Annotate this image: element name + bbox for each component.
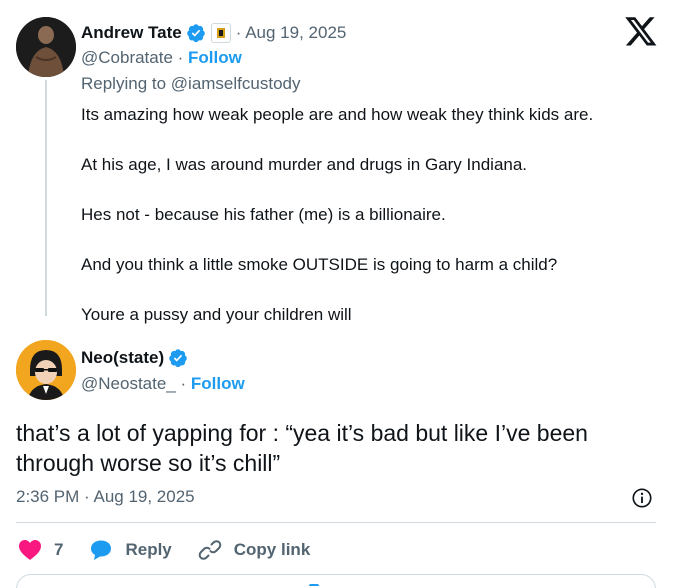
follow-button[interactable]: Follow — [191, 374, 245, 393]
replying-handle[interactable]: @iamselfcustody — [171, 74, 301, 93]
thread-line — [45, 80, 47, 316]
read-replies-button[interactable] — [16, 574, 656, 588]
tweet-date[interactable]: · Aug 19, 2025 — [236, 23, 347, 43]
reply-button[interactable]: Reply — [89, 539, 172, 561]
tweet-line: Hes not - because his father (me) is a b… — [81, 205, 446, 224]
tweet-line: And you think a little smoke OUTSIDE is … — [81, 255, 558, 274]
avatar[interactable] — [16, 340, 76, 400]
avatar[interactable] — [16, 17, 76, 77]
main-tweet-header: Neo(state) — [81, 346, 188, 370]
copy-link-label: Copy link — [233, 540, 311, 559]
action-bar: 7 Reply Copy link — [18, 536, 336, 564]
separator: · — [172, 48, 189, 67]
tweet-timestamp[interactable]: 2:36 PM · Aug 19, 2025 — [16, 487, 195, 507]
separator: · — [175, 374, 191, 393]
tweet-embed-card: Andrew Tate · Aug 19, 2025 @Cobratate · … — [0, 0, 679, 588]
author-name[interactable]: Andrew Tate — [81, 23, 182, 43]
tweet-line: Youre a pussy and your children will — [81, 305, 352, 324]
reply-bubble-icon — [91, 540, 112, 560]
copy-link-button[interactable]: Copy link — [198, 538, 311, 562]
divider — [16, 522, 656, 523]
replying-to: Replying to @iamselfcustody — [81, 74, 300, 94]
verified-icon — [169, 349, 187, 368]
author-handle[interactable]: @Neostate_ — [81, 374, 176, 393]
parent-tweet-text: Its amazing how weak people are and how … — [81, 104, 661, 354]
parent-tweet-header: Andrew Tate · Aug 19, 2025 — [81, 20, 346, 46]
verified-icon — [187, 24, 205, 43]
bottom-accent — [309, 584, 319, 588]
like-button[interactable]: 7 — [18, 539, 63, 561]
affiliate-badge-icon[interactable] — [210, 23, 231, 43]
handle-row: @Neostate_ · Follow — [81, 374, 245, 394]
info-icon[interactable] — [631, 487, 653, 509]
link-icon — [198, 540, 222, 560]
like-count: 7 — [54, 540, 64, 559]
replying-prefix: Replying to — [81, 74, 171, 93]
author-name[interactable]: Neo(state) — [81, 348, 164, 368]
reply-label: Reply — [125, 540, 172, 559]
author-handle[interactable]: @Cobratate — [81, 48, 173, 67]
follow-button[interactable]: Follow — [188, 48, 242, 67]
x-logo-icon[interactable] — [624, 14, 658, 48]
main-tweet-text: that’s a lot of yapping for : “yea it’s … — [16, 420, 588, 476]
tweet-line: Its amazing how weak people are and how … — [81, 105, 594, 124]
heart-icon — [19, 540, 41, 560]
handle-row: @Cobratate · Follow — [81, 48, 242, 68]
tweet-line: At his age, I was around murder and drug… — [81, 155, 528, 174]
